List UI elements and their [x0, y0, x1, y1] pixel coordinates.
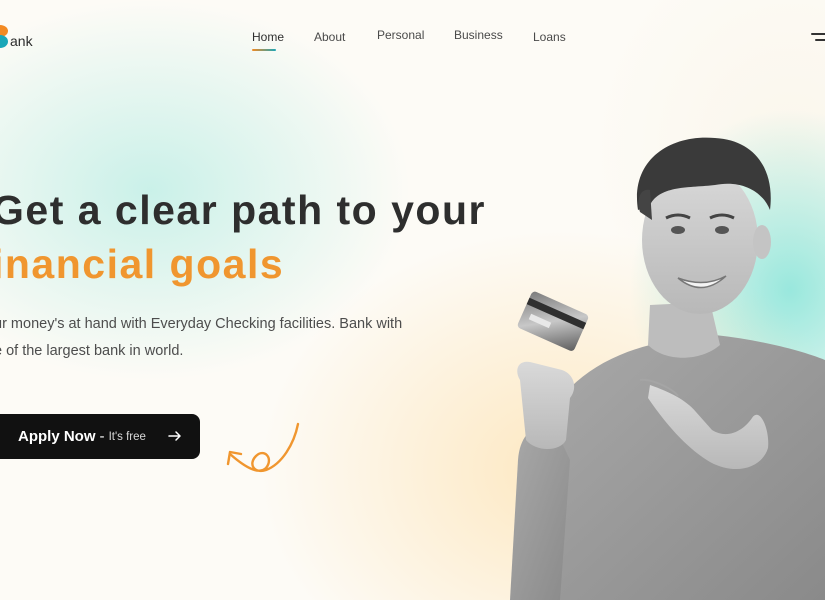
- nav-personal-label: Personal: [377, 28, 425, 42]
- arrow-right-icon: [168, 431, 181, 441]
- hamburger-menu-icon[interactable]: [809, 32, 825, 46]
- hero-headline: Get a clear path to your inancial goals: [0, 183, 486, 291]
- landing-page: ank Home About Personal Business Loans G…: [0, 0, 825, 600]
- active-nav-indicator: [252, 49, 276, 51]
- apply-now-label: Apply Now: [18, 428, 96, 445]
- apply-now-button[interactable]: Apply Now - It's free: [0, 414, 200, 459]
- person-holding-card-image: [510, 137, 825, 600]
- nav-business-label: Business: [454, 28, 503, 42]
- nav-about-label: About: [314, 30, 346, 44]
- nav-business[interactable]: Business: [454, 28, 503, 42]
- logo-mark-icon: [0, 25, 10, 49]
- logo-text: ank: [10, 33, 33, 49]
- squiggle-arrow-icon: [226, 422, 300, 473]
- nav-home[interactable]: Home: [252, 30, 285, 51]
- nav-home-label: Home: [252, 30, 285, 44]
- nav-about[interactable]: About: [314, 30, 345, 44]
- cta-sub-label: It's free: [108, 430, 146, 443]
- description-line-2: e of the largest bank in world.: [0, 343, 184, 359]
- headline-line-2: inancial goals: [0, 241, 285, 287]
- headline-line-1: Get a clear path to your: [0, 187, 486, 233]
- brand-logo[interactable]: ank: [0, 25, 33, 49]
- hero-description: ur money's at hand with Everyday Checkin…: [0, 311, 434, 365]
- nav-loans[interactable]: Loans: [533, 30, 566, 44]
- cta-separator: -: [99, 428, 105, 445]
- description-line-1: ur money's at hand with Everyday Checkin…: [0, 316, 403, 332]
- nav-loans-label: Loans: [533, 30, 566, 44]
- nav-personal[interactable]: Personal: [377, 28, 424, 42]
